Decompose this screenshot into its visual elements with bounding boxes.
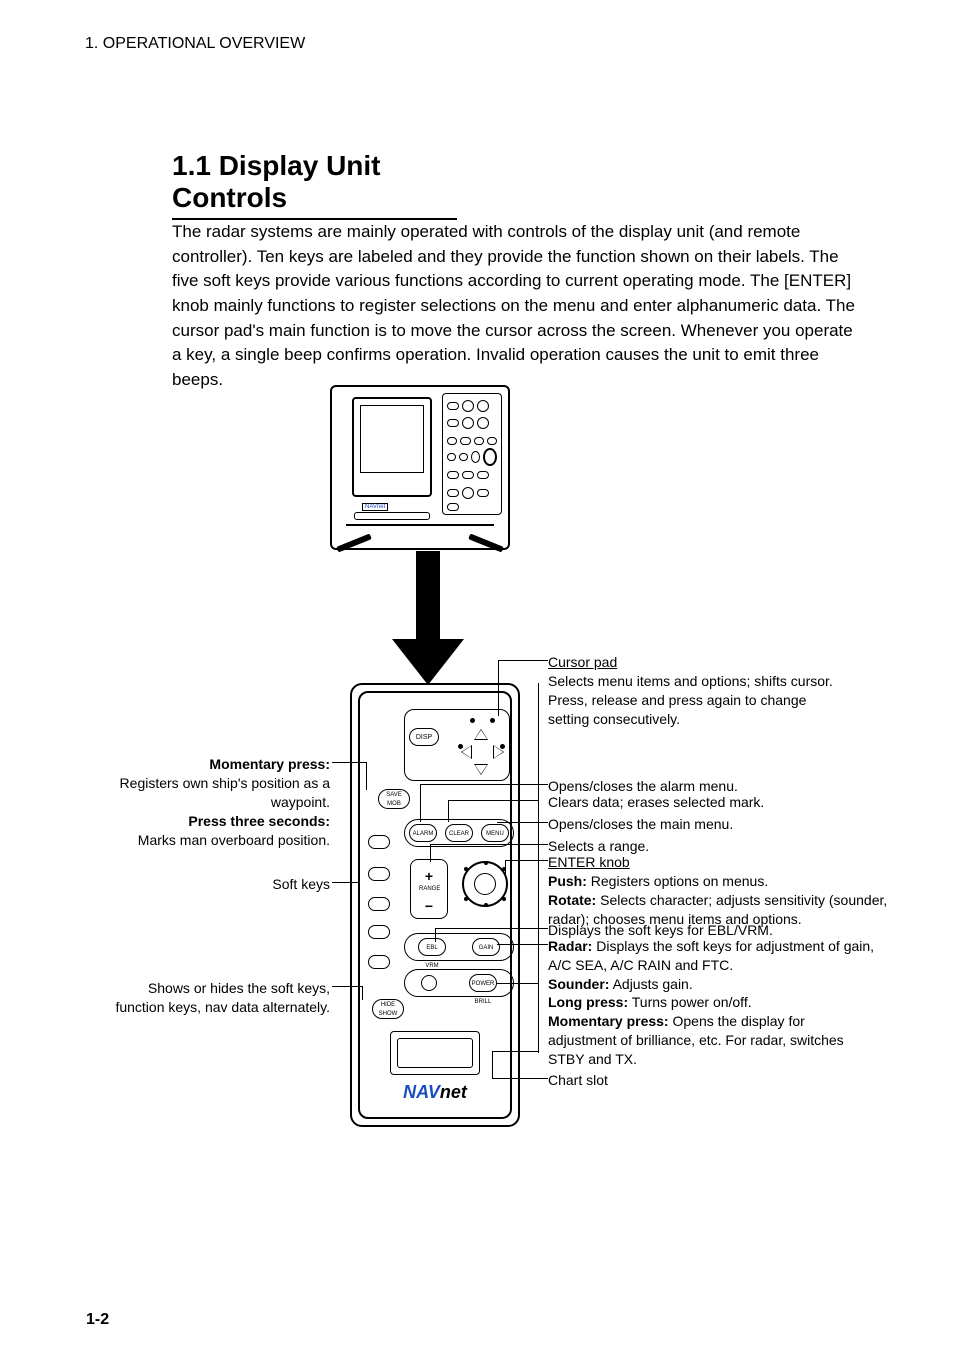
menu-key: MENU (481, 824, 509, 842)
callout-hide-show: Shows or hides the soft keys, function k… (110, 979, 330, 1017)
section-title: 1.1 Display Unit Controls (172, 150, 457, 220)
ebl-vrm-key: EBLVRM (418, 938, 446, 956)
soft-key (368, 835, 390, 849)
arrow-head-icon (392, 639, 464, 685)
callout-cursor-pad: Cursor pad Selects menu items and option… (548, 653, 848, 729)
alarm-key: ALARM (409, 824, 437, 842)
leader-line (448, 800, 520, 801)
leader-line (520, 784, 548, 785)
leader-line (435, 928, 548, 929)
leader-line (430, 844, 431, 862)
leader-line (492, 1051, 493, 1078)
running-header: 1. OPERATIONAL OVERVIEW (85, 35, 305, 53)
leader-line (420, 784, 421, 822)
leader-line (362, 986, 363, 1000)
leader-line (498, 660, 548, 661)
disp-key: DISP (409, 728, 439, 746)
callout-menu: Opens/closes the main menu. (548, 815, 858, 834)
body-paragraph: The radar systems are mainly operated wi… (172, 220, 864, 392)
leader-line (366, 762, 367, 790)
arrow-icon (416, 551, 440, 641)
leader-line (520, 800, 538, 801)
callout-clear: Clears data; erases selected mark. (548, 793, 858, 812)
callout-chart-slot: Chart slot (548, 1071, 748, 1090)
callout-soft-keys: Soft keys (150, 875, 330, 894)
leader-line (492, 1051, 538, 1052)
leader-line (498, 660, 499, 716)
soft-key (368, 955, 390, 969)
range-key: + RANGE − (410, 859, 448, 919)
cursor-pad: DISP (404, 709, 510, 781)
leader-line (420, 784, 520, 785)
leader-line (430, 844, 548, 845)
enter-knob (462, 861, 508, 907)
save-mob-key: SAVEMOB (378, 789, 410, 809)
clear-key: CLEAR (445, 824, 473, 842)
gain-key: GAIN (472, 938, 500, 956)
range-enter-group: + RANGE − (404, 855, 514, 923)
navnet-logo: NAVnet (360, 1082, 510, 1103)
hide-show-key: HIDESHOW (372, 999, 404, 1019)
leader-line (497, 822, 548, 823)
callout-gain: Radar: Displays the soft keys for adjust… (548, 937, 888, 994)
power-led (421, 975, 437, 991)
leader-line (332, 882, 358, 883)
leader-line (492, 1078, 548, 1079)
alarm-clear-menu-row: ALARM CLEAR MENU (404, 819, 514, 847)
small-device-outline: NAVnet (330, 385, 510, 550)
small-logo: NAVnet (362, 503, 388, 511)
callout-power: Long press: Turns power on/off. Momentar… (548, 993, 868, 1069)
soft-key (368, 867, 390, 881)
leader-line (505, 860, 506, 874)
callout-save-mob: Momentary press: Registers own ship's po… (60, 755, 330, 849)
control-panel-outline: DISP SAVEMOB ALARM CLEAR MENU + R (350, 683, 520, 1127)
callout-enter-knob: ENTER knob Push: Registers options on me… (548, 853, 888, 929)
power-brill-key: POWERBRILL (469, 974, 497, 992)
leader-line (448, 800, 449, 822)
chart-slot (390, 1031, 480, 1075)
soft-key (368, 897, 390, 911)
leader-line (332, 762, 366, 763)
soft-key (368, 925, 390, 939)
leader-line (497, 944, 548, 945)
ebl-gain-row: EBLVRM GAIN (404, 933, 514, 961)
leader-line (505, 860, 548, 861)
page-number: 1-2 (86, 1311, 109, 1329)
leader-line (332, 986, 362, 987)
leader-line (497, 983, 538, 984)
leader-line (435, 928, 436, 942)
leader-line (538, 983, 539, 1000)
figure-display-controls: NAVnet DISP SAVEMOB ALARM CLEAR MENU (0, 385, 954, 1145)
